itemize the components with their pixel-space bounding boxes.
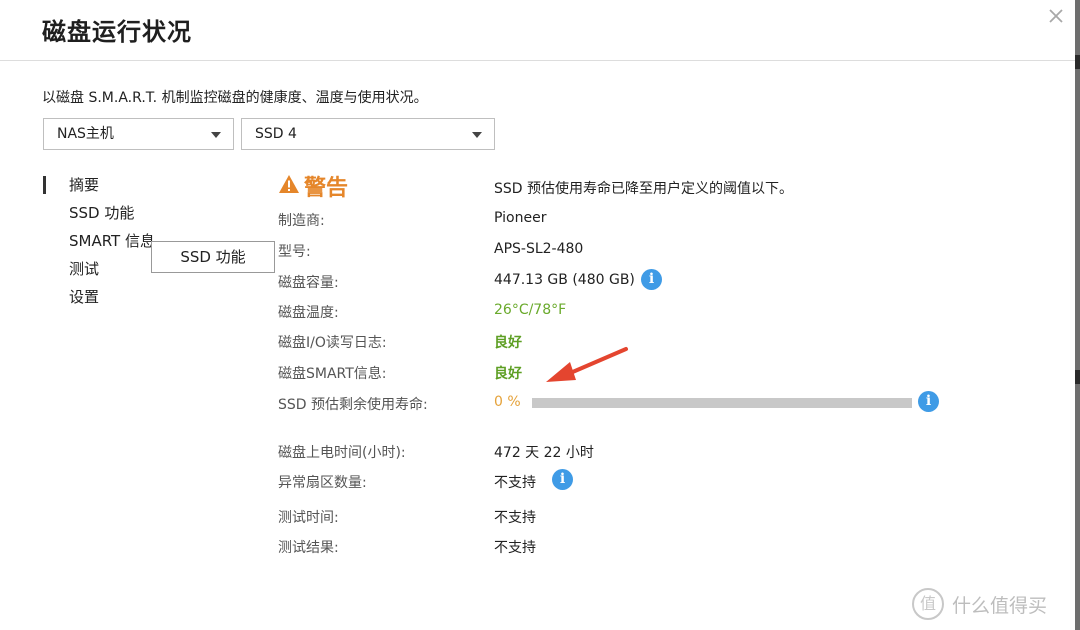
nav-item-smart-info[interactable]: SMART 信息 (42, 230, 155, 258)
nav-item-label: 摘要 (69, 176, 100, 194)
life-label: SSD 预估剩余使用寿命: (278, 397, 428, 413)
host-select[interactable]: NAS主机 (43, 118, 234, 150)
test-time-label: 测试时间: (278, 510, 339, 526)
smart-value: 良好 (494, 366, 522, 382)
test-time-value: 不支持 (494, 510, 536, 526)
status-label: 警告 (304, 176, 349, 201)
window-edge (1075, 0, 1080, 630)
nav-item-label: 测试 (69, 260, 100, 278)
smart-label: 磁盘SMART信息: (278, 366, 387, 382)
close-icon[interactable] (1044, 4, 1068, 28)
capacity-label: 磁盘容量: (278, 275, 339, 291)
side-nav: 摘要 SSD 功能 SMART 信息 测试 设置 (42, 174, 155, 314)
power-on-label: 磁盘上电时间(小时): (278, 445, 406, 461)
nav-item-label: 设置 (69, 288, 100, 306)
test-result-value: 不支持 (494, 540, 536, 556)
status-message: SSD 预估使用寿命已降至用户定义的阈值以下。 (494, 181, 794, 197)
nav-item-summary[interactable]: 摘要 (42, 174, 155, 202)
dialog-title: 磁盘运行状况 (42, 18, 192, 46)
bad-sectors-value: 不支持 (494, 475, 536, 491)
nav-tooltip: SSD 功能 (151, 241, 275, 273)
life-value: 0 % (494, 394, 521, 410)
watermark: 值 什么值得买 (912, 588, 1047, 620)
warning-icon (278, 174, 300, 198)
test-result-label: 测试结果: (278, 540, 339, 556)
edge-notch (1075, 370, 1080, 384)
chevron-down-icon (211, 132, 221, 138)
nav-item-label: SSD 功能 (69, 204, 135, 222)
chevron-down-icon (472, 132, 482, 138)
temperature-value: 26°C/78°F (494, 302, 567, 318)
header-divider (0, 60, 1075, 61)
dialog-description: 以磁盘 S.M.A.R.T. 机制监控磁盘的健康度、温度与使用状况。 (42, 90, 428, 106)
power-on-value: 472 天 22 小时 (494, 445, 594, 461)
nav-item-test[interactable]: 测试 (42, 258, 155, 286)
status-badge: 警告 (278, 170, 348, 202)
manufacturer-value: Pioneer (494, 210, 547, 226)
disk-select-value: SSD 4 (255, 126, 297, 142)
watermark-text: 什么值得买 (952, 594, 1048, 617)
io-log-value: 良好 (494, 335, 522, 351)
temperature-label: 磁盘温度: (278, 305, 339, 321)
edge-notch (1075, 55, 1080, 69)
life-info-icon[interactable]: i (918, 391, 939, 412)
nav-item-label: SMART 信息 (69, 232, 155, 250)
life-progress-bar (532, 398, 912, 408)
io-log-label: 磁盘I/O读写日志: (278, 335, 387, 351)
bad-sectors-label: 异常扇区数量: (278, 475, 367, 491)
disk-health-dialog: 磁盘运行状况 以磁盘 S.M.A.R.T. 机制监控磁盘的健康度、温度与使用状况… (0, 0, 1075, 630)
disk-select[interactable]: SSD 4 (241, 118, 495, 150)
model-label: 型号: (278, 244, 311, 260)
manufacturer-label: 制造商: (278, 213, 325, 229)
annotation-arrow-icon (540, 344, 632, 392)
host-select-value: NAS主机 (57, 126, 114, 142)
model-value: APS-SL2-480 (494, 241, 584, 257)
capacity-value: 447.13 GB (480 GB) (494, 272, 635, 288)
watermark-logo-icon: 值 (912, 588, 944, 620)
nav-item-ssd-features[interactable]: SSD 功能 (42, 202, 155, 230)
nav-item-settings[interactable]: 设置 (42, 286, 155, 314)
bad-sectors-info-icon[interactable]: i (552, 469, 573, 490)
capacity-info-icon[interactable]: i (641, 269, 662, 290)
